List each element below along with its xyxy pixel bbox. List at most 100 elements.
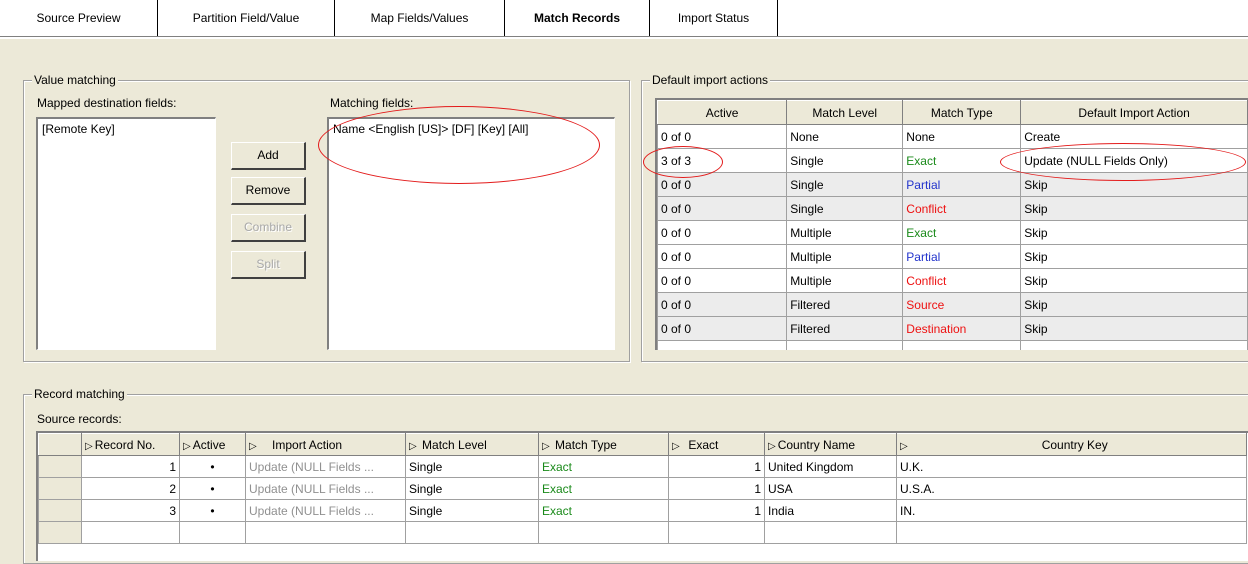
tab-bar: Source Preview Partition Field/Value Map… <box>0 0 1248 39</box>
header-label: Country Name <box>777 437 856 452</box>
table-row[interactable]: 0 of 0 Filtered Source Skip <box>657 292 1248 317</box>
add-button[interactable]: Add <box>231 142 306 170</box>
table-row[interactable]: 0 of 0 Filtered Destination Skip <box>657 316 1248 341</box>
cell-match-type: Conflict <box>902 196 1022 221</box>
table-row[interactable]: 3 • Update (NULL Fields ... Single Exact 1 Ind… <box>38 499 1247 522</box>
list-item[interactable]: Name <English [US]> [DF] [Key] [All] <box>333 122 610 137</box>
cell-default-import-action[interactable]: Skip <box>1020 172 1248 197</box>
cell-active: 0 of 0 <box>657 220 788 245</box>
column-header-active[interactable]: Active <box>657 100 788 125</box>
tab-map-fields-values[interactable]: Map Fields/Values <box>335 0 505 37</box>
empty-cell <box>896 521 1247 544</box>
cell-country-key: U.K. <box>896 455 1247 478</box>
default-import-actions-title: Default import actions <box>650 73 771 87</box>
value-matching-title: Value matching <box>32 73 118 87</box>
cell-country-name: USA <box>764 477 897 500</box>
column-header-active[interactable]: ▷ Active <box>179 433 246 456</box>
cell-country-name: India <box>764 499 897 522</box>
tab-partition-field-value[interactable]: Partition Field/Value <box>158 0 335 37</box>
table-row[interactable]: 1 • Update (NULL Fields ... Single Exact 1 Uni… <box>38 455 1247 478</box>
source-records-table: ▷ Record No. ▷ Active ▷ Import Action ▷ Ma… <box>38 433 1247 544</box>
cell-default-import-action[interactable]: Update (NULL Fields Only) <box>1020 148 1248 173</box>
sort-arrow-icon: ▷ <box>672 440 680 452</box>
column-header-exact[interactable]: ▷ Exact <box>668 433 765 456</box>
matching-fields-list[interactable]: Name <English [US]> [DF] [Key] [All] <box>327 117 615 350</box>
cell-active: 0 of 0 <box>657 268 788 293</box>
header-label: Match Level <box>422 437 487 452</box>
tab-source-preview[interactable]: Source Preview <box>0 0 158 37</box>
column-header-match-level[interactable]: Match Level <box>786 100 904 125</box>
column-header-match-level[interactable]: ▷ Match Level <box>405 433 539 456</box>
default-actions-grid[interactable]: Active Match Level Match Type Default Im… <box>655 98 1248 350</box>
column-header-default-import-action[interactable]: Default Import Action <box>1020 100 1248 125</box>
header-label: Record No. <box>94 437 156 452</box>
column-header-import-action[interactable]: ▷ Import Action <box>245 433 406 456</box>
cell-active: • <box>179 499 246 522</box>
table-row[interactable]: 0 of 0 Multiple Exact Skip <box>657 220 1248 245</box>
table-row[interactable]: 0 of 0 Single Partial Skip <box>657 172 1248 197</box>
cell-match-type: Destination <box>902 316 1022 341</box>
cell-match-level: Single <box>786 148 904 173</box>
cell-active: 0 of 0 <box>657 316 788 341</box>
cell-record-no: 3 <box>81 499 180 522</box>
remove-button[interactable]: Remove <box>231 177 306 205</box>
cell-default-import-action[interactable]: Skip <box>1020 292 1248 317</box>
row-selector[interactable] <box>38 477 82 500</box>
row-selector[interactable] <box>38 455 82 478</box>
sort-arrow-icon: ▷ <box>768 440 776 452</box>
source-records-grid[interactable]: ▷ Record No. ▷ Active ▷ Import Action ▷ Ma… <box>36 431 1248 561</box>
column-header-country-name[interactable]: ▷ Country Name <box>764 433 897 456</box>
cell-match-type: Source <box>902 292 1022 317</box>
mapped-destination-list[interactable]: [Remote Key] <box>36 117 216 350</box>
default-actions-table: Active Match Level Match Type Default Im… <box>657 100 1248 350</box>
table-row[interactable]: 0 of 0 None None Create <box>657 124 1248 149</box>
sort-arrow-icon: ▷ <box>85 440 93 452</box>
cell-default-import-action[interactable]: Skip <box>1020 316 1248 341</box>
cell-default-import-action[interactable]: Skip <box>1020 268 1248 293</box>
tab-import-status[interactable]: Import Status <box>650 0 778 37</box>
cell-active: 0 of 0 <box>657 244 788 269</box>
empty-cell <box>245 521 406 544</box>
cell-match-type: Exact <box>538 477 669 500</box>
table-row[interactable]: 0 of 0 Multiple Partial Skip <box>657 244 1248 269</box>
sort-arrow-icon: ▷ <box>542 440 550 452</box>
cell-default-import-action[interactable]: Create <box>1020 124 1248 149</box>
empty-cell <box>786 340 904 350</box>
split-button[interactable]: Split <box>231 251 306 279</box>
cell-record-no: 2 <box>81 477 180 500</box>
combine-button[interactable]: Combine <box>231 214 306 242</box>
empty-cell <box>179 521 246 544</box>
cell-default-import-action[interactable]: Skip <box>1020 244 1248 269</box>
column-header-match-type[interactable]: ▷ Match Type <box>538 433 669 456</box>
column-header-match-type[interactable]: Match Type <box>902 100 1022 125</box>
column-header-country-key[interactable]: ▷ Country Key <box>896 433 1247 456</box>
header-label: Match Type <box>555 437 617 452</box>
column-header-record-no[interactable]: ▷ Record No. <box>81 433 180 456</box>
cell-match-level: Multiple <box>786 220 904 245</box>
cell-import-action: Update (NULL Fields ... <box>245 455 406 478</box>
table-row[interactable]: 2 • Update (NULL Fields ... Single Exact 1 USA… <box>38 477 1247 500</box>
cell-active: 0 of 0 <box>657 292 788 317</box>
table-row[interactable]: 3 of 3 Single Exact Update (NULL Fields Onl… <box>657 148 1248 173</box>
tab-match-records[interactable]: Match Records <box>505 0 650 37</box>
cell-match-type: Exact <box>902 148 1022 173</box>
cell-default-import-action[interactable]: Skip <box>1020 196 1248 221</box>
table-row[interactable]: 0 of 0 Single Conflict Skip <box>657 196 1248 221</box>
cell-default-import-action[interactable]: Skip <box>1020 220 1248 245</box>
row-selector-header <box>38 433 82 456</box>
header-label: Country Key <box>1041 437 1108 452</box>
empty-cell <box>668 521 765 544</box>
empty-cell <box>81 521 180 544</box>
cell-country-key: IN. <box>896 499 1247 522</box>
cell-match-level: None <box>786 124 904 149</box>
cell-match-level: Single <box>786 172 904 197</box>
sort-arrow-icon: ▷ <box>249 440 257 452</box>
list-item[interactable]: [Remote Key] <box>42 122 211 137</box>
cell-record-no: 1 <box>81 455 180 478</box>
table-row[interactable]: 0 of 0 Multiple Conflict Skip <box>657 268 1248 293</box>
empty-cell <box>38 521 82 544</box>
cell-active: 0 of 0 <box>657 124 788 149</box>
cell-country-key: U.S.A. <box>896 477 1247 500</box>
row-selector[interactable] <box>38 499 82 522</box>
empty-cell <box>657 340 788 350</box>
